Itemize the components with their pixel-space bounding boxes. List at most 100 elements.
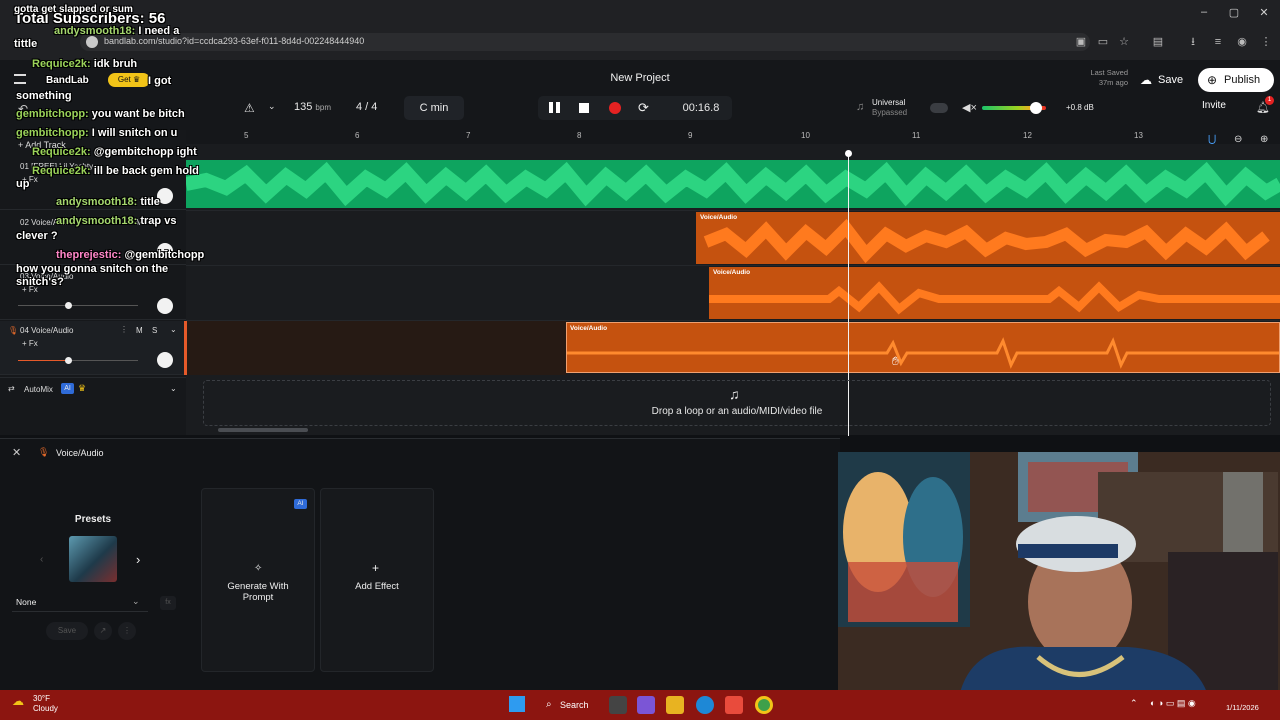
playhead-handle[interactable] — [845, 150, 852, 157]
cast-icon[interactable]: ▭ — [1097, 36, 1109, 48]
store-icon[interactable] — [725, 696, 743, 714]
master-volume-slider[interactable] — [982, 102, 1046, 114]
tray-chevron-icon[interactable]: ⌃ — [1130, 698, 1138, 709]
share-icon[interactable]: ↗ — [94, 622, 112, 640]
bookmark-star-icon[interactable]: ☆ — [1118, 36, 1130, 48]
chat-message: gembitchopp: you want be bitch — [16, 108, 185, 120]
metronome-icon[interactable]: ⚠ — [244, 101, 255, 115]
get-label: Get — [117, 75, 131, 84]
audio-clip-beat[interactable] — [186, 160, 1280, 208]
chevron-right-icon[interactable]: › — [136, 552, 140, 567]
timeline-ruler[interactable] — [186, 130, 1280, 144]
globe-icon: ⊕ — [1207, 73, 1218, 87]
chevron-left-icon[interactable]: ‹ — [40, 554, 43, 565]
loop-icon[interactable]: ⟳ — [638, 100, 649, 116]
mic-icon: 🎙︎ — [8, 326, 19, 335]
chat-message: gotta get slapped or sum — [14, 4, 133, 15]
volume-fader[interactable] — [70, 360, 138, 361]
chat-message: snitch's? — [16, 276, 64, 288]
stop-icon[interactable] — [579, 103, 589, 113]
track-menu-icon[interactable]: ⋮ — [120, 325, 128, 334]
invite-button[interactable]: Invite — [1202, 100, 1242, 111]
chat-message: BandLab — [46, 75, 89, 86]
add-effect-card[interactable]: + Add Effect — [320, 488, 434, 672]
selected-lane-marker — [184, 321, 187, 375]
chat-message: clever ? — [16, 230, 58, 242]
file-explorer-icon[interactable] — [666, 696, 684, 714]
download-icon[interactable]: ⭳ — [1187, 36, 1199, 48]
time-signature[interactable]: 4 / 4 — [356, 101, 377, 113]
search-icon: ⌕ — [546, 699, 552, 710]
waveform — [567, 337, 1279, 369]
preset-select[interactable]: None ⌄ — [12, 594, 148, 612]
volume-fader[interactable] — [18, 305, 138, 306]
grab-cursor-icon: ✋︎ — [892, 354, 899, 368]
chat-message: Requice2k: @gembitchopp ight — [32, 146, 197, 158]
get-membership-button[interactable]: Get ♛ — [108, 73, 150, 87]
audio-clip-voice-02[interactable]: Voice/Audio — [696, 212, 1280, 264]
close-panel-icon[interactable]: ✕ — [12, 446, 21, 459]
close-window-icon[interactable]: ✕ — [1254, 6, 1274, 19]
pan-knob[interactable] — [157, 298, 173, 314]
reading-list-icon[interactable]: ≡ — [1212, 36, 1224, 48]
mute-button[interactable]: M — [136, 326, 143, 335]
pan-knob[interactable] — [157, 352, 173, 368]
chat-message: Requice2k: ill be back gem hold — [32, 165, 199, 177]
hamburger-menu-icon[interactable] — [14, 74, 26, 84]
minimize-icon[interactable]: – — [1194, 6, 1214, 18]
chat-message: gembitchopp: I will snitch on u — [16, 127, 178, 139]
save-preset-button[interactable]: Save — [46, 622, 88, 640]
chrome-icon[interactable] — [755, 696, 773, 714]
key-selector[interactable]: C min — [404, 96, 464, 120]
site-info-icon[interactable] — [86, 36, 98, 48]
edge-icon[interactable] — [696, 696, 714, 714]
bypassed-label: Bypassed — [872, 108, 908, 117]
horizontal-scrollbar[interactable] — [218, 428, 308, 432]
generate-effect-card[interactable]: AI ✧ Generate With Prompt — [201, 488, 315, 672]
chevron-down-icon[interactable]: ⌄ — [170, 384, 177, 393]
waveform — [703, 218, 1270, 264]
weather-widget[interactable]: 30°F Cloudy — [33, 694, 58, 714]
task-view-icon[interactable] — [609, 696, 627, 714]
install-app-icon[interactable]: ▣ — [1075, 36, 1087, 48]
profile-icon[interactable]: ◉ — [1236, 36, 1248, 48]
windows-start-icon[interactable] — [509, 696, 525, 712]
solo-button[interactable]: S — [152, 326, 157, 335]
extensions-icon[interactable]: ▤ — [1152, 36, 1164, 48]
publish-button[interactable]: ⊕ Publish — [1198, 68, 1274, 92]
save-button[interactable]: ☁ Save — [1136, 69, 1194, 91]
last-saved-label: Last Saved — [1090, 68, 1128, 77]
waveform — [709, 281, 1280, 315]
audio-clip-voice-03[interactable]: Voice/Audio — [709, 267, 1280, 319]
drop-zone-text: Drop a loop or an audio/MIDI/video file — [651, 406, 823, 417]
bar-number: 9 — [688, 131, 693, 140]
speaker-mute-icon[interactable]: ◀× — [962, 101, 977, 114]
pause-icon-bar — [556, 102, 560, 113]
volume-fader-handle[interactable] — [65, 357, 72, 364]
bar-number: 7 — [466, 131, 471, 140]
url-text: bandlab.com/studio?id=ccdca293-63ef-f011… — [104, 36, 365, 46]
record-icon[interactable] — [609, 102, 621, 114]
chevron-down-icon[interactable]: ⌄ — [170, 325, 177, 334]
volume-fader-handle[interactable] — [65, 302, 72, 309]
tray-icons[interactable]: ◐ ◑ ▭ ▤ ◉ — [1150, 698, 1196, 709]
more-options-icon[interactable]: ⋮ — [118, 622, 136, 640]
bar-number: 12 — [1023, 131, 1032, 140]
bpm-field[interactable]: 135 bpm — [294, 101, 331, 113]
audio-clip-voice-04[interactable]: Voice/Audio — [566, 322, 1280, 373]
chevron-down-icon[interactable]: ⌄ — [268, 101, 276, 112]
mastering-icon[interactable]: ♫ — [856, 101, 864, 113]
mastering-toggle[interactable] — [930, 103, 948, 113]
fx-chain-icon[interactable]: fx — [160, 596, 176, 610]
pause-icon[interactable] — [549, 102, 553, 113]
preset-thumbnail[interactable] — [69, 536, 117, 582]
automix-label[interactable]: AutoMix — [24, 385, 53, 394]
menu-kebab-icon[interactable]: ⋮ — [1260, 36, 1272, 48]
copilot-icon[interactable] — [637, 696, 655, 714]
bpm-value: 135 — [294, 101, 313, 113]
project-title[interactable]: New Project — [560, 72, 720, 84]
taskbar-search[interactable]: ⌕ Search — [540, 695, 596, 715]
add-fx-button[interactable]: + Fx — [22, 339, 38, 348]
maximize-icon[interactable]: ▢ — [1224, 6, 1244, 19]
selected-lane-bg — [186, 321, 566, 375]
